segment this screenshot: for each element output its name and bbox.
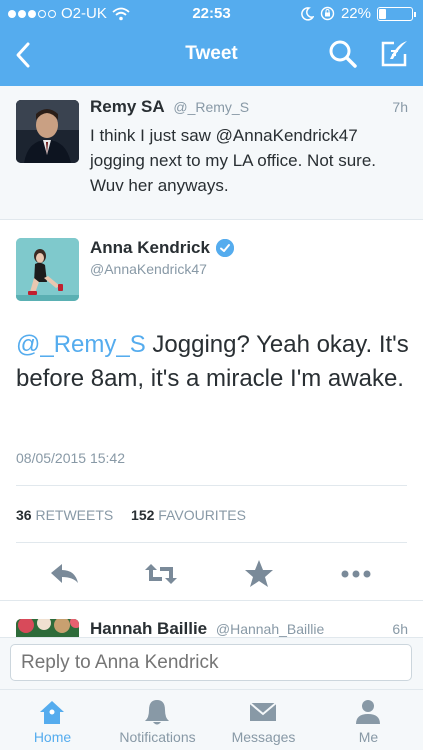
battery-tip (414, 11, 416, 17)
reply-composer-bar (0, 637, 423, 689)
battery-percent: 22% (340, 5, 371, 22)
avatar[interactable] (16, 100, 79, 163)
tab-notifications[interactable]: Notifications (105, 690, 210, 750)
rotation-lock-icon (320, 6, 335, 21)
battery-icon (377, 6, 416, 21)
focused-tweet: Anna Kendrick @AnnaKendrick47 @_Remy_S J… (0, 220, 423, 610)
profile-photo (16, 100, 79, 163)
tweet-time: 7h (392, 99, 408, 115)
status-right: 22% (300, 5, 416, 22)
tweet-timestamp: 08/05/2015 15:42 (16, 450, 125, 466)
envelope-icon (249, 702, 277, 721)
reply-button[interactable] (47, 556, 83, 592)
tweet-header: Remy SA @_Remy_S 7h (90, 97, 408, 117)
more-options-button[interactable] (338, 556, 374, 592)
retweet-icon (145, 564, 177, 584)
reply-tweet[interactable]: Hannah Baillie @Hannah_Baillie 6h (0, 600, 423, 640)
mention-link[interactable]: @_Remy_S (16, 331, 146, 358)
moon-icon (301, 6, 314, 21)
tab-home[interactable]: Home (0, 690, 105, 750)
divider (16, 485, 407, 486)
verified-badge-icon (215, 239, 234, 257)
retweets-label[interactable]: RETWEETS (35, 507, 113, 523)
battery-fill (379, 8, 386, 19)
tweet-text: @_Remy_S Jogging? Yeah okay. It's before… (16, 328, 411, 396)
compose-tweet-button[interactable] (378, 38, 410, 70)
compose-icon (381, 41, 407, 67)
bottom-tab-bar: Home Notifications Messages Me (0, 689, 423, 750)
favourite-button[interactable] (241, 556, 277, 592)
username[interactable]: @AnnaKendrick47 (90, 261, 207, 277)
more-dots-icon (341, 570, 371, 578)
top-header: O2-UK 22:53 22% Tweet (0, 0, 423, 86)
avatar[interactable] (16, 238, 79, 301)
profile-photo (16, 238, 79, 301)
person-icon (356, 700, 380, 724)
reply-input[interactable] (10, 644, 412, 681)
tab-messages[interactable]: Messages (211, 690, 316, 750)
reply-icon (51, 564, 78, 583)
status-bar: O2-UK 22:53 22% (0, 0, 423, 28)
retweets-count[interactable]: 36 (16, 507, 32, 523)
tab-label: Me (358, 729, 379, 745)
favourites-count[interactable]: 152 (131, 507, 154, 523)
favourites-label[interactable]: FAVOURITES (158, 507, 246, 523)
home-icon (40, 701, 64, 724)
tweet-time: 6h (392, 621, 408, 637)
display-name-row: Anna Kendrick (90, 238, 234, 258)
tweet-actions (0, 556, 423, 592)
tweet-text: I think I just saw @AnnaKendrick47 joggi… (90, 126, 377, 195)
tweet-header: Hannah Baillie @Hannah_Baillie 6h (90, 619, 408, 639)
star-icon (245, 560, 273, 587)
display-name[interactable]: Anna Kendrick (90, 238, 210, 258)
display-name[interactable]: Hannah Baillie (90, 619, 207, 638)
bell-icon (145, 700, 169, 725)
page-title: Tweet (185, 43, 238, 64)
tab-label: Messages (231, 729, 296, 745)
in-reply-to-tweet[interactable]: Remy SA @_Remy_S 7h I think I just saw @… (0, 86, 423, 220)
display-name[interactable]: Remy SA (90, 97, 165, 116)
username[interactable]: @Hannah_Baillie (216, 621, 324, 637)
tab-label: Home (33, 729, 72, 745)
tab-me[interactable]: Me (316, 690, 421, 750)
tweet-stats: 36 RETWEETS 152 FAVOURITES (16, 507, 246, 523)
search-icon (329, 40, 357, 68)
retweet-button[interactable] (143, 556, 179, 592)
username[interactable]: @_Remy_S (173, 99, 249, 115)
divider (16, 542, 407, 543)
search-button[interactable] (328, 38, 358, 70)
tab-label: Notifications (119, 729, 196, 745)
